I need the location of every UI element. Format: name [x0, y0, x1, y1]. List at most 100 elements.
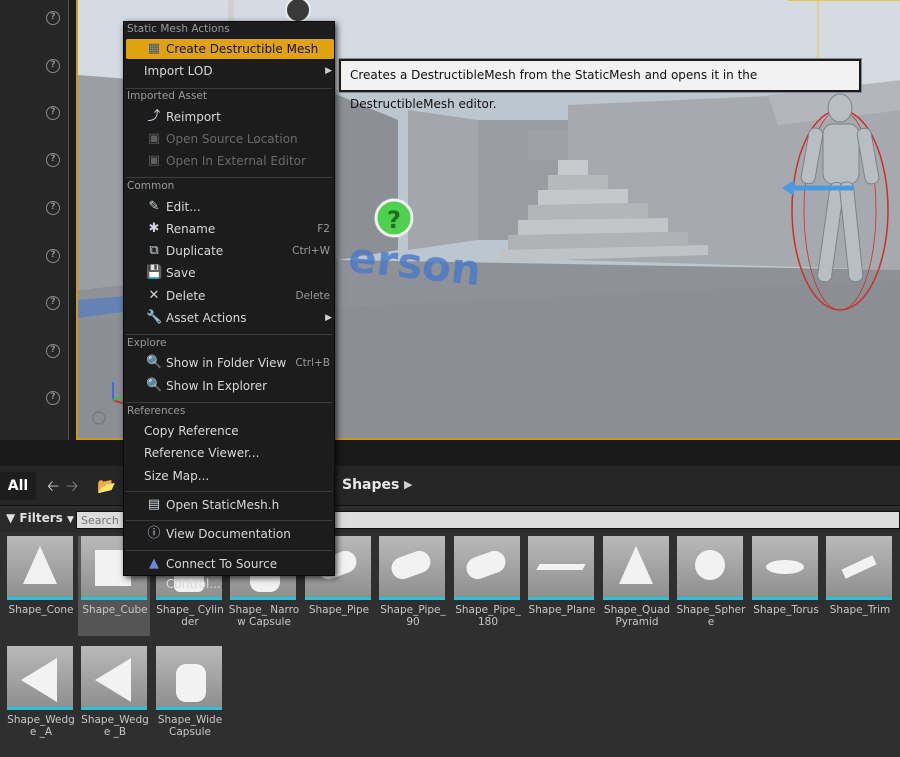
shortcut-label: Ctrl+B — [295, 357, 330, 369]
menu-item-label: Open StaticMesh.h — [166, 498, 280, 512]
context-menu: Static Mesh Actions ▦ Create Destructibl… — [123, 21, 335, 591]
menu-item-connect-source-control[interactable]: ▲ Connect To Source Control... — [126, 554, 334, 591]
asset-label: Shape_Plane — [528, 604, 596, 616]
section-header: Imported Asset — [127, 90, 208, 102]
breadcrumb-shapes[interactable]: Shapes — [342, 477, 399, 493]
shape-preview-icon — [21, 658, 57, 702]
menu-item-view-documentation[interactable]: ⓘ View Documentation — [126, 524, 334, 544]
menu-item-asset-actions[interactable]: 🔧 Asset Actions ▶ — [126, 308, 334, 328]
help-icon[interactable]: ? — [46, 153, 60, 167]
menu-item-label: Save — [166, 266, 196, 280]
folder-icon[interactable]: 📂 — [97, 476, 116, 496]
section-header: Static Mesh Actions — [127, 23, 230, 35]
menu-separator — [126, 491, 332, 492]
shape-preview-icon — [95, 658, 131, 702]
asset-label: Shape_Quad Pyramid — [603, 604, 671, 628]
funnel-icon: ▼ — [6, 511, 16, 525]
shape-preview-icon — [388, 547, 434, 583]
filters-button[interactable]: ▼ Filters ▼ — [6, 511, 74, 525]
shape-preview-icon — [176, 664, 206, 702]
menu-item-reimport[interactable]: ⤴ Reimport — [126, 107, 334, 127]
menu-item-open-source-location[interactable]: ▣ Open Source Location — [126, 129, 334, 149]
asset-thumbnail — [603, 536, 669, 600]
menu-item-label: Edit... — [166, 200, 201, 214]
help-icon[interactable]: ? — [46, 106, 60, 120]
menu-item-label: Duplicate — [166, 244, 224, 258]
asset-thumbnail — [7, 646, 73, 710]
shortcut-label: F2 — [317, 223, 330, 235]
asset-label: Shape_Pipe_ 90 — [380, 604, 446, 628]
magnifier-icon: 🔍 — [146, 378, 163, 393]
menu-separator — [126, 334, 332, 335]
duplicate-icon: ⧉ — [149, 243, 159, 258]
menu-item-label: Reference Viewer... — [144, 446, 260, 460]
menu-item-size-map[interactable]: Size Map... — [126, 466, 334, 486]
menu-item-edit[interactable]: ✎ Edit... — [126, 197, 334, 217]
menu-item-save[interactable]: 💾 Save — [126, 263, 334, 283]
menu-separator — [126, 402, 332, 403]
menu-item-label: Size Map... — [144, 469, 210, 483]
menu-item-label: Open In External Editor — [166, 154, 306, 168]
shape-preview-icon — [695, 550, 725, 580]
help-icon[interactable]: ? — [46, 59, 60, 73]
asset-label: Shape_Pipe — [308, 604, 370, 616]
menu-separator — [126, 520, 332, 521]
edit-pencil-icon: ✎ — [148, 199, 160, 214]
asset-thumbnail — [677, 536, 743, 600]
menu-item-create-destructible-mesh[interactable]: ▦ Create Destructible Mesh — [126, 39, 334, 59]
menu-item-open-staticmesh-h[interactable]: ▤ Open StaticMesh.h — [126, 495, 334, 515]
menu-item-rename[interactable]: ✱ Rename F2 — [126, 219, 334, 239]
asset-thumbnail — [81, 646, 147, 710]
back-arrow-icon[interactable]: 🡠 — [47, 476, 59, 496]
menu-item-delete[interactable]: ✕ Delete Delete — [126, 286, 334, 306]
asset-label: Shape_Cube — [82, 604, 148, 616]
menu-item-show-in-folder-view[interactable]: 🔍 Show in Folder View Ctrl+B — [126, 353, 334, 373]
menu-item-label: View Documentation — [166, 527, 291, 541]
menu-item-label: Copy Reference — [144, 424, 239, 438]
shape-preview-icon — [23, 546, 57, 584]
menu-item-label: Reimport — [166, 110, 221, 124]
menu-item-label: Show in Folder View — [166, 356, 287, 370]
menu-item-label: Show In Explorer — [166, 379, 268, 393]
asset-thumbnail — [379, 536, 445, 600]
menu-separator — [126, 550, 332, 551]
source-location-icon: ▣ — [147, 131, 161, 146]
menu-item-copy-reference[interactable]: Copy Reference — [126, 421, 334, 441]
shape-preview-icon — [619, 546, 653, 584]
breadcrumb-chevron-icon[interactable]: ▶ — [404, 478, 412, 491]
menu-item-reference-viewer[interactable]: Reference Viewer... — [126, 443, 334, 463]
menu-item-show-in-explorer[interactable]: 🔍 Show In Explorer — [126, 376, 334, 396]
all-button[interactable]: All — [0, 472, 36, 500]
asset-label: Shape_Trim — [829, 604, 891, 616]
asset-thumbnail — [826, 536, 892, 600]
help-icon[interactable]: ? — [46, 201, 60, 215]
reimport-icon: ⤴ — [147, 109, 161, 124]
help-icon[interactable]: ? — [46, 296, 60, 310]
asset-thumbnail — [454, 536, 520, 600]
help-icon[interactable]: ? — [46, 344, 60, 358]
menu-item-open-external-editor[interactable]: ▣ Open In External Editor — [126, 151, 334, 171]
menu-item-import-lod[interactable]: Import LOD ▶ — [126, 61, 334, 81]
magnifier-icon: 🔍 — [146, 355, 163, 370]
forward-arrow-icon[interactable]: 🡢 — [66, 476, 78, 496]
delete-x-icon: ✕ — [148, 288, 160, 303]
source-control-icon: ▲ — [149, 556, 159, 571]
menu-item-label: Open Source Location — [166, 132, 298, 146]
shape-preview-icon — [536, 564, 586, 570]
menu-item-duplicate[interactable]: ⧉ Duplicate Ctrl+W — [126, 241, 334, 261]
menu-separator — [126, 177, 332, 178]
shape-preview-icon — [463, 547, 509, 583]
help-icon[interactable]: ? — [46, 391, 60, 405]
section-header: Explore — [127, 337, 167, 349]
section-header: Common — [127, 180, 175, 192]
details-scrollbar[interactable] — [68, 0, 76, 440]
help-marker-icon: ? — [387, 206, 401, 234]
external-editor-icon: ▣ — [147, 153, 161, 168]
destructible-mesh-icon: ▦ — [147, 41, 161, 56]
help-circle-icon: ⓘ — [147, 526, 161, 541]
help-icon[interactable]: ? — [46, 249, 60, 263]
help-icon[interactable]: ? — [46, 11, 60, 25]
rename-icon: ✱ — [148, 221, 160, 236]
chevron-down-icon: ▼ — [66, 515, 74, 525]
menu-item-label: Create Destructible Mesh — [166, 42, 319, 56]
